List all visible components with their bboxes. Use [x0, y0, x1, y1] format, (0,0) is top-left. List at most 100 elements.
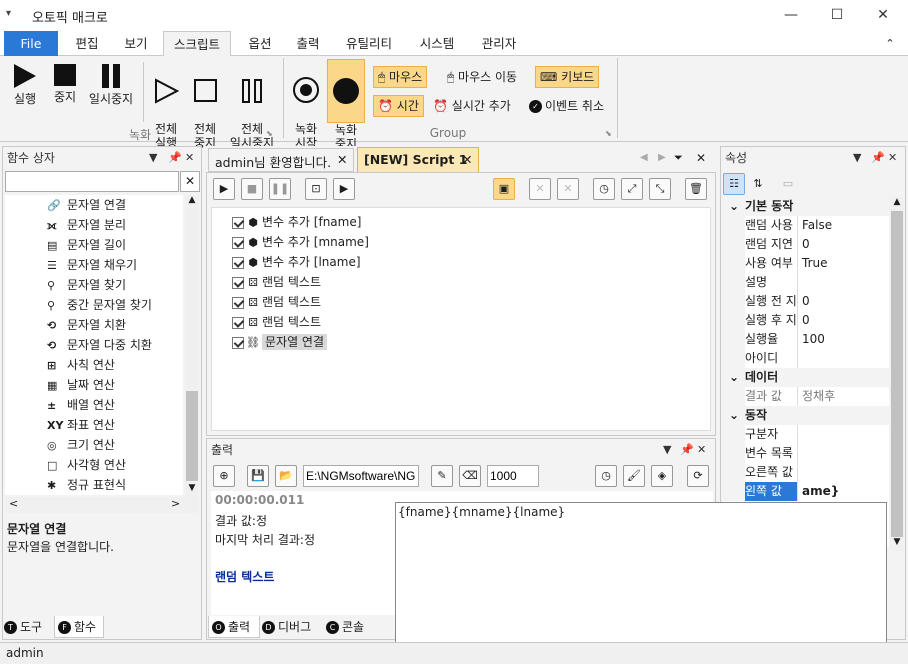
- clear-search-button[interactable]: ✕: [180, 171, 200, 192]
- function-item[interactable]: ⟗ 문자열 분리: [47, 215, 126, 235]
- event-cancel-button[interactable]: ✓ 이벤트 취소: [524, 95, 609, 117]
- tab-script[interactable]: 스크립트: [163, 31, 231, 57]
- delete-button[interactable]: ✕: [529, 178, 551, 200]
- brush-button[interactable]: 🖌: [623, 465, 645, 487]
- mouse-move-toggle[interactable]: 🖱 마우스 이동: [442, 66, 522, 88]
- run-script-button[interactable]: ▶: [213, 178, 235, 200]
- property-category[interactable]: ⌄ 기본 동작: [723, 197, 889, 216]
- save-button[interactable]: 💾: [247, 465, 269, 487]
- pin-icon[interactable]: 📌: [680, 439, 694, 461]
- scroll-right-icon[interactable]: >: [171, 497, 180, 510]
- property-value[interactable]: [797, 425, 802, 444]
- output-tab[interactable]: O 출력: [208, 616, 260, 638]
- checkbox[interactable]: [232, 316, 244, 329]
- property-value[interactable]: [797, 463, 802, 482]
- property-value[interactable]: ame}{lname}: [797, 482, 883, 517]
- tab-prev-icon[interactable]: ◀: [640, 152, 648, 163]
- function-item[interactable]: ✱ 정규 표현식: [47, 475, 126, 495]
- close-button[interactable]: ✕: [860, 0, 906, 31]
- script-item[interactable]: ⚄ 랜덤 텍스트: [232, 292, 321, 312]
- collapse-ribbon-icon[interactable]: ⌃: [880, 31, 900, 56]
- script-item[interactable]: ⚄ 랜덤 텍스트: [232, 272, 321, 292]
- function-item[interactable]: ▦ 날짜 연산: [47, 375, 115, 395]
- chevron-down-icon[interactable]: ⌄: [723, 406, 745, 425]
- doc-close-icon[interactable]: ✕: [696, 151, 706, 165]
- property-value[interactable]: [797, 273, 802, 292]
- minimize-button[interactable]: —: [768, 0, 814, 31]
- property-row[interactable]: 구분자: [723, 425, 889, 444]
- pin-icon[interactable]: 📌: [871, 147, 885, 169]
- value-editor-popup[interactable]: {fname}{mname}{lname}: [395, 502, 887, 662]
- stop-script-button[interactable]: ■: [241, 178, 263, 200]
- value-editor-text[interactable]: {fname}{mname}{lname}: [398, 505, 565, 519]
- pause-button[interactable]: 일시중지: [86, 64, 136, 106]
- panel-dropdown-icon[interactable]: ▼: [853, 147, 861, 169]
- categorized-view-button[interactable]: ☷: [723, 173, 745, 195]
- checkbox[interactable]: [232, 296, 244, 309]
- function-item[interactable]: ◎ 크기 연산: [47, 435, 115, 455]
- property-value[interactable]: [797, 349, 802, 368]
- property-value[interactable]: 정채후: [797, 387, 835, 406]
- debug-tab[interactable]: D 디버그: [262, 616, 322, 638]
- property-row[interactable]: 아이디: [723, 349, 889, 368]
- property-value[interactable]: 0: [797, 311, 810, 330]
- tab-welcome[interactable]: admin님 환영합니다. ✕: [208, 148, 354, 172]
- script-item[interactable]: ⬢ 변수 추가 [fname]: [232, 212, 361, 232]
- chevron-down-icon[interactable]: ⌄: [723, 197, 745, 216]
- sort-alpha-button[interactable]: ⇅: [747, 173, 769, 195]
- checkbox[interactable]: [232, 276, 244, 289]
- tab-admin[interactable]: 관리자: [472, 31, 526, 56]
- tab-system[interactable]: 시스템: [410, 31, 464, 56]
- scroll-thumb[interactable]: [186, 391, 198, 481]
- pin-icon[interactable]: 📌: [168, 147, 182, 169]
- new-log-button[interactable]: ⊕: [213, 465, 235, 487]
- property-row[interactable]: 실행율 100: [723, 330, 889, 349]
- tab-options[interactable]: 옵션: [240, 31, 280, 56]
- keyboard-toggle[interactable]: ⌨ 키보드: [535, 66, 600, 88]
- chevron-down-icon[interactable]: ⌄: [723, 368, 745, 387]
- checkbox[interactable]: [232, 236, 244, 249]
- record-stop-button[interactable]: 녹화 중지: [327, 59, 365, 151]
- tab-list-icon[interactable]: ⏷: [674, 151, 683, 165]
- scroll-thumb[interactable]: [891, 211, 903, 537]
- property-category[interactable]: ⌄ 동작: [723, 406, 889, 425]
- trash-button[interactable]: 🗑: [685, 178, 707, 200]
- console-tab[interactable]: C 콘솔: [326, 616, 378, 638]
- panel-dropdown-icon[interactable]: ▼: [663, 439, 671, 461]
- scroll-down-icon[interactable]: ▼: [890, 537, 904, 547]
- group-launcher-icon[interactable]: ⬊: [266, 129, 273, 138]
- eraser-button[interactable]: ⌫: [459, 465, 481, 487]
- function-item[interactable]: ± 배열 연산: [47, 395, 115, 415]
- open-folder-button[interactable]: 📂: [275, 465, 297, 487]
- script-item[interactable]: ⬢ 변수 추가 [mname]: [232, 232, 369, 252]
- group-launcher-icon[interactable]: ⬊: [605, 129, 612, 138]
- file-tab[interactable]: File: [4, 31, 58, 56]
- function-search-input[interactable]: [5, 171, 179, 192]
- property-value[interactable]: True: [797, 254, 828, 273]
- property-value[interactable]: [797, 444, 802, 463]
- maximize-button[interactable]: ☐: [814, 0, 860, 31]
- property-row[interactable]: 설명: [723, 273, 889, 292]
- image-button[interactable]: ▣: [493, 178, 515, 200]
- tab-close-icon[interactable]: ✕: [337, 152, 347, 167]
- property-row[interactable]: 결과 값 정채후: [723, 387, 889, 406]
- tools-tab[interactable]: T 도구: [4, 616, 52, 638]
- property-value[interactable]: 0: [797, 235, 810, 254]
- function-item[interactable]: ⟲ 문자열 치환: [47, 315, 126, 335]
- tab-edit[interactable]: 편집: [66, 31, 108, 56]
- output-path-input[interactable]: [303, 465, 419, 487]
- timer-button[interactable]: ◷: [593, 178, 615, 200]
- line-count-input[interactable]: [487, 465, 539, 487]
- scroll-up-icon[interactable]: ▲: [185, 195, 199, 205]
- function-item[interactable]: ⚲ 문자열 찾기: [47, 275, 126, 295]
- collapse-button[interactable]: ⤡: [649, 178, 671, 200]
- property-pages-button[interactable]: ▭: [777, 173, 799, 195]
- paint-bucket-button[interactable]: ◈: [651, 465, 673, 487]
- script-item[interactable]: ⬢ 변수 추가 [lname]: [232, 252, 361, 272]
- scroll-up-icon[interactable]: ▲: [890, 197, 904, 207]
- tab-utility[interactable]: 유틸리티: [338, 31, 400, 56]
- expand-button[interactable]: ⤢: [621, 178, 643, 200]
- property-row[interactable]: 사용 여부 True: [723, 254, 889, 273]
- panel-close-icon[interactable]: ✕: [888, 147, 897, 169]
- checkbox[interactable]: [232, 336, 244, 349]
